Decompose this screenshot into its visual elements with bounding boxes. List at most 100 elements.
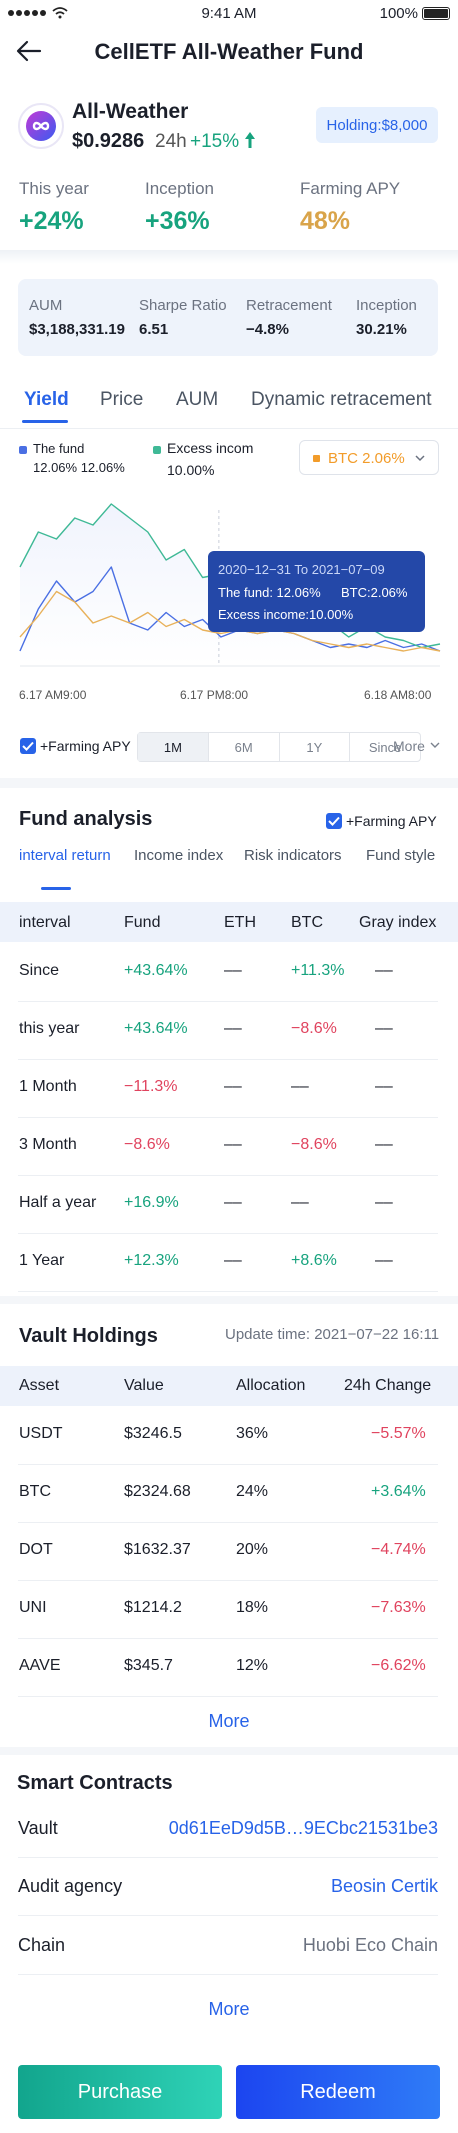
cell-asset: BTC (19, 1483, 51, 1500)
stat-inception-label: Inception (145, 179, 214, 198)
more-periods-button[interactable]: More (393, 738, 425, 754)
row-divider (18, 1974, 438, 1975)
metric-sharpe-value: 6.51 (139, 321, 169, 338)
contract-audit-label: Audit agency (18, 1876, 123, 1896)
period-1y[interactable]: 1Y (278, 733, 350, 761)
cell-alloc: 20% (236, 1541, 269, 1558)
row-divider (18, 1059, 438, 1060)
metrics-panel (18, 279, 438, 356)
fund-name: All-Weather (72, 100, 189, 123)
tooltip-excess: Excess income:10.00% (218, 607, 354, 622)
cell-alloc: 18% (236, 1599, 269, 1616)
column-header: Value (124, 1377, 164, 1394)
row-divider (18, 1001, 438, 1002)
cell-eth: –– (224, 1252, 242, 1269)
stat-inception-value: +36% (145, 207, 210, 235)
tab-yield[interactable]: Yield (24, 389, 69, 411)
cell-fund: −11.3% (124, 1078, 178, 1095)
chart-tooltip: 2020−12−31 To 2021−07−09 The fund: 12.06… (208, 551, 425, 632)
analysis-farming-label: +Farming APY (346, 813, 437, 829)
row-divider (18, 1117, 438, 1118)
tab-price[interactable]: Price (100, 389, 143, 411)
section-divider (0, 1747, 458, 1755)
section-divider (0, 1296, 458, 1304)
redeem-button[interactable]: Redeem (236, 2065, 440, 2119)
tab-interval-return[interactable]: interval return (19, 847, 111, 864)
legend-excess-value: 10.00% (167, 462, 215, 478)
legend-fund-values: 12.06% 12.06% (33, 460, 125, 475)
cell-change: −7.63% (371, 1599, 426, 1616)
contract-chain-value: Huobi Eco Chain (302, 1935, 438, 1955)
cell-interval: Since (19, 962, 60, 979)
cell-gray: –– (375, 1252, 393, 1269)
vault-more-link[interactable]: More (0, 1711, 458, 1732)
cell-fund: +43.64% (124, 1020, 188, 1037)
tab-income-index[interactable]: Income index (134, 847, 223, 864)
cell-value: $1214.2 (124, 1599, 182, 1616)
cell-change: −6.62% (371, 1657, 426, 1674)
column-header: Allocation (236, 1377, 306, 1394)
tabs-divider (0, 428, 458, 429)
fund-analysis-title: Fund analysis (19, 808, 153, 830)
contract-audit-value[interactable]: Beosin Certik (331, 1876, 438, 1897)
cell-fund: −8.6% (124, 1136, 170, 1153)
cell-btc: –– (291, 1078, 309, 1095)
cell-gray: –– (375, 1020, 393, 1037)
tooltip-btc: BTC:2.06% (341, 585, 408, 600)
legend-fund-swatch (19, 446, 27, 454)
tooltip-range: 2020−12−31 To 2021−07−09 (218, 562, 385, 577)
cell-value: $345.7 (124, 1657, 173, 1674)
metric-inception-value: 30.21% (356, 321, 407, 338)
metric-retracement-label: Retracement (246, 297, 332, 314)
cell-btc: −8.6% (291, 1020, 337, 1037)
stat-farming-apy-label: Farming APY (300, 179, 401, 198)
analysis-farming-checkbox[interactable] (326, 813, 342, 829)
chevron-down-icon (415, 455, 425, 462)
cell-asset: USDT (19, 1425, 63, 1442)
section-separator (0, 250, 458, 264)
compare-select-value: BTC 2.06% (328, 450, 405, 467)
column-header: ETH (224, 914, 256, 931)
row-divider (18, 1175, 438, 1176)
fund-price: $0.9286 (72, 130, 145, 152)
cell-eth: –– (224, 1078, 242, 1095)
column-header: interval (19, 914, 71, 931)
cell-fund: +16.9% (124, 1194, 179, 1211)
farming-apy-label: +Farming APY (40, 738, 131, 754)
cell-change: −4.74% (371, 1541, 426, 1558)
cell-eth: –– (224, 1194, 242, 1211)
legend-excess-label: Excess incom (167, 440, 254, 456)
page-title: CellETF All-Weather Fund (94, 39, 364, 64)
cell-eth: –– (224, 962, 242, 979)
period-6m[interactable]: 6M (207, 733, 279, 761)
metric-sharpe-label: Sharpe Ratio (139, 297, 227, 314)
tab-risk-indicators[interactable]: Risk indicators (244, 847, 342, 864)
row-divider (18, 1696, 438, 1697)
purchase-button[interactable]: Purchase (18, 2065, 222, 2119)
holding-badge[interactable]: Holding:$8,000 (316, 107, 438, 143)
period-1m[interactable]: 1M (138, 733, 208, 761)
cell-gray: –– (375, 1078, 393, 1095)
cell-asset: DOT (19, 1541, 53, 1558)
metric-inception-label: Inception (356, 297, 417, 314)
stat-this-year-label: This year (19, 179, 89, 198)
row-divider (18, 1915, 438, 1916)
cell-value: $2324.68 (124, 1483, 191, 1500)
tab-aum[interactable]: AUM (176, 389, 218, 411)
cell-alloc: 12% (236, 1657, 269, 1674)
column-header: BTC (291, 914, 323, 931)
tab-fund-style[interactable]: Fund style (366, 847, 435, 864)
cell-change: −5.57% (371, 1425, 426, 1442)
row-divider (18, 1580, 438, 1581)
smart-contracts-title: Smart Contracts (17, 1772, 173, 1794)
farming-apy-checkbox[interactable] (20, 738, 36, 754)
metric-aum-label: AUM (29, 297, 63, 314)
x-axis-tick: 6.17 PM8:00 (180, 688, 249, 702)
contract-vault-address[interactable]: 0d61EeD9d5B…9ECbc21531be3 (169, 1818, 438, 1839)
contracts-more-link[interactable]: More (0, 1999, 458, 2020)
compare-select[interactable]: BTC 2.06% (299, 440, 439, 475)
change-period-label: 24h (155, 131, 187, 152)
cell-gray: –– (375, 962, 393, 979)
active-tab-indicator (22, 420, 68, 423)
tab-dynamic-retracement[interactable]: Dynamic retracement (251, 389, 432, 411)
